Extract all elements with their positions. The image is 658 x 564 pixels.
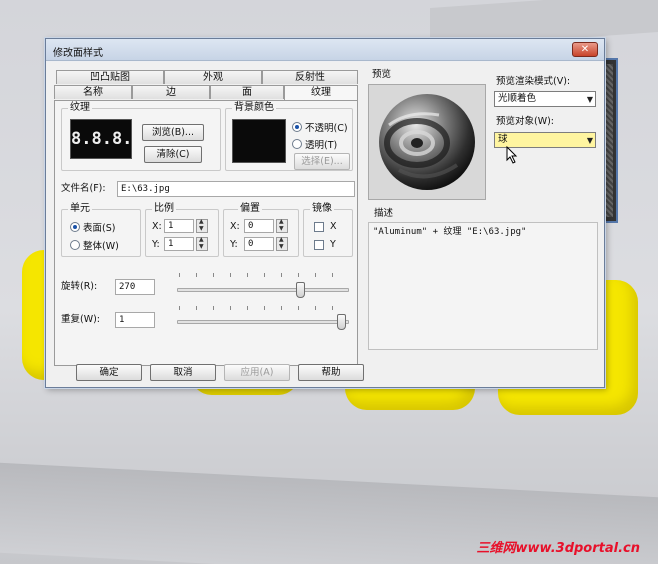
render-mode-value: 光顺着色 (498, 93, 537, 104)
rotation-label: 旋转(R): (61, 281, 98, 292)
background-color-label: 背景颜色 (232, 102, 276, 114)
mirror-x-label: X (330, 221, 337, 232)
rotation-field[interactable]: 270 (115, 279, 155, 295)
tab-edge[interactable]: 边 (132, 85, 210, 99)
background-color-swatch[interactable] (232, 119, 286, 163)
mirror-group: 镜像 X Y (303, 203, 353, 257)
chevron-down-icon: ▼ (586, 95, 593, 104)
mirror-x-checkbox[interactable]: X (314, 221, 337, 232)
preview-sphere-image (379, 94, 475, 190)
texture-group: 纹理 8.8.8. 浏览(B)... 清除(C) (61, 102, 221, 171)
modify-face-style-dialog: 修改面样式 ✕ 凹凸贴图 外观 反射性 名称 边 面 纹理 纹理 8.8.8. … (45, 38, 605, 388)
repeat-slider-thumb[interactable] (336, 314, 346, 330)
clear-button[interactable]: 清除(C) (144, 146, 202, 163)
mirror-y-checkbox[interactable]: Y (314, 239, 336, 250)
tab-face[interactable]: 面 (210, 85, 284, 99)
texture-group-label: 纹理 (68, 102, 92, 114)
scale-x-label: X: (152, 221, 162, 232)
radio-selected-icon (292, 122, 302, 132)
radio-unselected-icon (70, 240, 80, 250)
rotation-slider-ticks (179, 273, 347, 277)
radio-selected-icon (70, 222, 80, 232)
scale-y-spinner[interactable] (196, 236, 208, 251)
preview-object-label: 预览对象(W): (496, 116, 555, 127)
scale-x-spinner[interactable] (196, 218, 208, 233)
filename-label: 文件名(F): (61, 183, 106, 194)
unit-group: 单元 表面(S) 整体(W) (61, 203, 141, 257)
checkbox-unchecked-icon (314, 239, 324, 250)
select-color-button[interactable]: 选择(E)... (294, 153, 350, 170)
scale-group: 比例 X: 1 Y: 1 (145, 203, 219, 257)
checkbox-unchecked-icon (314, 221, 324, 232)
offset-x-label: X: (230, 221, 240, 232)
tab-name[interactable]: 名称 (54, 85, 132, 99)
chevron-down-icon: ▼ (586, 136, 593, 145)
apply-button[interactable]: 应用(A) (224, 364, 290, 381)
dialog-titlebar[interactable]: 修改面样式 ✕ (46, 39, 604, 61)
description-box: "Aluminum" + 纹理 "E:\63.jpg" (368, 222, 598, 350)
offset-x-spinner[interactable] (276, 218, 288, 233)
transparent-radio[interactable]: 透明(T) (292, 137, 337, 151)
tab-reflectivity[interactable]: 反射性 (262, 70, 358, 84)
texture-tab-panel: 纹理 8.8.8. 浏览(B)... 清除(C) 背景颜色 不透明(C) 透明(… (54, 100, 358, 366)
repeat-slider-track[interactable] (177, 320, 349, 324)
mirror-y-label: Y (330, 239, 336, 250)
tab-bump-map[interactable]: 凹凸贴图 (56, 70, 164, 84)
repeat-slider-ticks (179, 306, 347, 310)
preview-label: 预览 (372, 69, 392, 80)
preview-viewport (368, 84, 486, 200)
watermark: 三维网www.3dportal.cn (476, 541, 640, 556)
description-label: 描述 (374, 208, 394, 219)
scale-y-label: Y: (152, 239, 160, 250)
tab-texture[interactable]: 纹理 (284, 85, 358, 100)
rotation-slider-track[interactable] (177, 288, 349, 292)
filename-field[interactable]: E:\63.jpg (117, 181, 355, 197)
opaque-radio[interactable]: 不透明(C) (292, 120, 348, 134)
scale-group-label: 比例 (152, 203, 176, 215)
description-text: "Aluminum" + 纹理 "E:\63.jpg" (373, 227, 527, 237)
ok-button[interactable]: 确定 (76, 364, 142, 381)
whole-radio[interactable]: 整体(W) (70, 238, 119, 252)
surface-radio[interactable]: 表面(S) (70, 220, 115, 234)
offset-x-field[interactable]: 0 (244, 219, 274, 233)
preview-object-value: 球 (498, 134, 508, 145)
tabs-row-back: 凹凸贴图 外观 反射性 (56, 70, 358, 84)
whole-radio-label: 整体(W) (83, 241, 119, 252)
close-button[interactable]: ✕ (572, 42, 598, 57)
tabs-row-front: 名称 边 面 纹理 (54, 85, 358, 100)
scale-y-field[interactable]: 1 (164, 237, 194, 251)
transparent-radio-label: 透明(T) (305, 140, 338, 151)
unit-group-label: 单元 (68, 203, 92, 215)
render-mode-label: 预览渲染模式(V): (496, 76, 571, 87)
scale-x-field[interactable]: 1 (164, 219, 194, 233)
rotation-slider-thumb[interactable] (295, 282, 305, 298)
render-mode-select[interactable]: 光顺着色 ▼ (494, 91, 596, 107)
offset-y-field[interactable]: 0 (244, 237, 274, 251)
cancel-button[interactable]: 取消 (150, 364, 216, 381)
offset-group: 偏置 X: 0 Y: 0 (223, 203, 299, 257)
browse-button[interactable]: 浏览(B)... (142, 124, 204, 141)
offset-y-label: Y: (230, 239, 238, 250)
offset-group-label: 偏置 (238, 203, 262, 215)
texture-thumbnail: 8.8.8. (70, 119, 132, 159)
tab-appearance[interactable]: 外观 (164, 70, 262, 84)
repeat-label: 重复(W): (61, 314, 101, 325)
offset-y-spinner[interactable] (276, 236, 288, 251)
opaque-radio-label: 不透明(C) (305, 123, 348, 134)
radio-unselected-icon (292, 139, 302, 149)
dialog-title: 修改面样式 (53, 48, 103, 59)
background-color-group: 背景颜色 不透明(C) 透明(T) 选择(E)... (225, 102, 353, 171)
surface-radio-label: 表面(S) (83, 223, 116, 234)
mouse-cursor-icon (506, 146, 518, 164)
help-button[interactable]: 帮助 (298, 364, 364, 381)
mirror-group-label: 镜像 (310, 203, 334, 215)
dialog-client-area: 凹凸贴图 外观 反射性 名称 边 面 纹理 纹理 8.8.8. 浏览(B)...… (46, 62, 604, 387)
repeat-field[interactable]: 1 (115, 312, 155, 328)
